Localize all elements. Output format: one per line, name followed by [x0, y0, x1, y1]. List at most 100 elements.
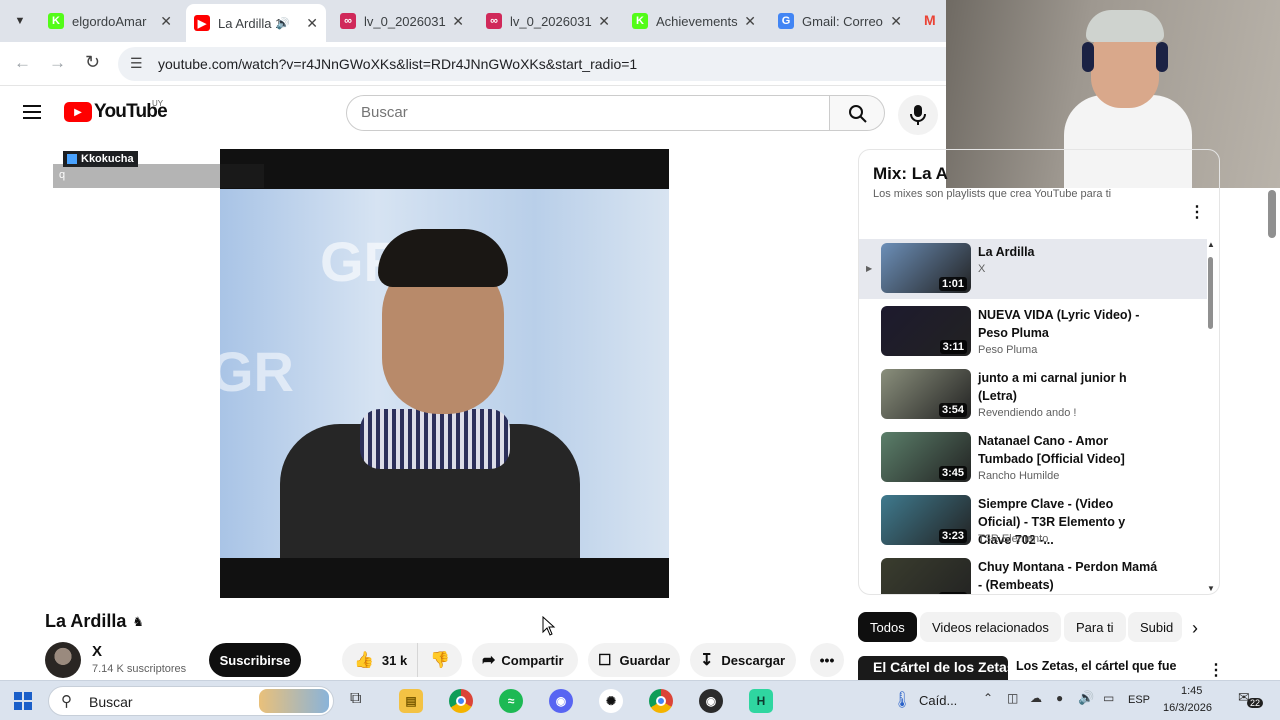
- playlist-title[interactable]: Mix: La A: [873, 164, 948, 184]
- playlist-item[interactable]: ▶ 1:01 La Ardilla X: [859, 239, 1207, 299]
- voice-search-button[interactable]: [898, 95, 938, 135]
- weather-icon[interactable]: 🌡: [892, 690, 912, 710]
- playlist-item-title[interactable]: Natanael Cano - Amor Tumbado [Official V…: [978, 432, 1158, 468]
- page-scrollbar[interactable]: [1268, 190, 1276, 238]
- playlist-scrollbar[interactable]: [1208, 257, 1213, 329]
- back-arrow-icon[interactable]: ←: [14, 53, 31, 73]
- gmail-icon[interactable]: M: [924, 12, 940, 28]
- close-tab-icon[interactable]: ✕: [744, 13, 756, 30]
- channel-avatar[interactable]: [45, 642, 81, 678]
- playlist-item-title[interactable]: NUEVA VIDA (Lyric Video) - Peso Pluma: [978, 306, 1158, 342]
- clock-time[interactable]: 1:45: [1181, 685, 1202, 697]
- forward-arrow-icon[interactable]: →: [49, 53, 66, 73]
- language-indicator[interactable]: ESP: [1128, 694, 1150, 706]
- tray-chevron-up-icon[interactable]: ⌃: [983, 691, 993, 705]
- share-icon: ➦: [482, 652, 496, 669]
- playlist-item-channel: Peso Pluma: [978, 344, 1038, 356]
- close-tab-icon[interactable]: ✕: [890, 13, 902, 30]
- browser-tab[interactable]: ∞ lv_0_2026031 ✕: [332, 6, 472, 36]
- chrome-icon[interactable]: [449, 689, 473, 713]
- chevron-right-icon[interactable]: ›: [1192, 618, 1198, 639]
- person-hair: [378, 229, 508, 287]
- search-button[interactable]: [829, 95, 885, 131]
- tab-title: elgordoAmar: [72, 13, 147, 29]
- audio-playing-icon[interactable]: 🔊: [276, 17, 290, 30]
- scroll-up-arrow-icon[interactable]: ▲: [1207, 240, 1215, 249]
- playlist-item[interactable]: 3:54 junto a mi carnal junior h (Letra) Re…: [859, 365, 1209, 425]
- playlist-item[interactable]: 3:11 NUEVA VIDA (Lyric Video) - Peso Plum…: [859, 302, 1209, 362]
- download-button[interactable]: ↧ Descargar: [690, 643, 796, 677]
- playlist-thumbnail[interactable]: 3:11: [881, 306, 971, 356]
- spotify-icon[interactable]: ≈: [499, 689, 523, 713]
- filter-chip[interactable]: Para ti: [1064, 612, 1126, 642]
- video-player[interactable]: GR GR: [220, 149, 669, 598]
- browser-tab[interactable]: K Achievements ✕: [624, 6, 764, 36]
- onedrive-icon[interactable]: ☁: [1030, 691, 1042, 705]
- more-actions-button[interactable]: •••: [810, 643, 844, 677]
- browser-tab[interactable]: G Gmail: Correo ✕: [770, 6, 910, 36]
- search-input[interactable]: [361, 104, 801, 121]
- browser-tab[interactable]: ▶ La Ardilla 1 🔊 ✕: [186, 4, 326, 42]
- search-box[interactable]: [346, 95, 830, 131]
- app-h-icon[interactable]: H: [749, 689, 773, 713]
- speaker-icon[interactable]: 🔊: [1078, 690, 1094, 706]
- close-tab-icon[interactable]: ✕: [598, 13, 610, 30]
- playlist-thumbnail[interactable]: 3:45: [881, 432, 971, 482]
- headphones-icon: [1082, 42, 1094, 72]
- playlist-thumbnail[interactable]: 3:23: [881, 495, 971, 545]
- dislike-button[interactable]: 👎: [418, 643, 462, 677]
- filter-chip[interactable]: Todos: [858, 612, 917, 642]
- like-button[interactable]: 👍 31 k: [342, 643, 418, 677]
- browser-tab[interactable]: KelgordoAmar ✕: [40, 6, 180, 36]
- channel-name[interactable]: X: [92, 643, 102, 660]
- save-button[interactable]: ☐ Guardar: [588, 643, 680, 677]
- playlist-menu-icon[interactable]: ⋮: [1189, 205, 1205, 221]
- filter-chip[interactable]: Subid: [1128, 612, 1182, 642]
- windows-taskbar: ⚲ Buscar ⧉ ▤ ≈ ◉ ✺ ◉ H 🌡 Caíd... ⌃ ◫ ☁ ●…: [0, 680, 1280, 720]
- reload-icon[interactable]: ↻: [85, 52, 100, 73]
- subscribe-button[interactable]: Suscribirse: [209, 643, 301, 677]
- close-tab-icon[interactable]: ✕: [160, 13, 172, 30]
- playlist-item[interactable]: 3:23 Siempre Clave - (Video Oficial) - T3…: [859, 491, 1209, 551]
- discord-icon[interactable]: ◉: [549, 689, 573, 713]
- playlist-thumbnail[interactable]: 3:01: [881, 558, 971, 594]
- clock-date[interactable]: 16/3/2026: [1163, 702, 1212, 714]
- file-explorer-icon[interactable]: ▤: [399, 689, 423, 713]
- filter-chip[interactable]: Videos relacionados: [920, 612, 1061, 642]
- address-bar[interactable]: ☰ youtube.com/watch?v=r4JNnGWoXKs&list=R…: [118, 47, 946, 81]
- tray-app-icon[interactable]: ◫: [1007, 691, 1018, 705]
- close-tab-icon[interactable]: ✕: [452, 13, 464, 30]
- scroll-down-arrow-icon[interactable]: ▼: [1207, 584, 1215, 593]
- chrome-active-icon[interactable]: [649, 689, 673, 713]
- site-settings-icon[interactable]: ☰: [130, 55, 143, 72]
- taskbar-search[interactable]: ⚲ Buscar: [48, 686, 334, 716]
- menu-icon[interactable]: [23, 105, 41, 119]
- weather-text[interactable]: Caíd...: [919, 693, 957, 708]
- close-tab-icon[interactable]: ✕: [306, 15, 318, 32]
- related-title[interactable]: Los Zetas, el cártel que fue: [1016, 659, 1176, 673]
- mouse-cursor-icon: [542, 616, 556, 636]
- playlist-item-title[interactable]: La Ardilla: [978, 243, 1158, 261]
- kick-icon: K: [48, 13, 64, 29]
- notifications-button[interactable]: ✉ 22: [1238, 689, 1264, 713]
- playlist-item[interactable]: 3:45 Natanael Cano - Amor Tumbado [Offici…: [859, 428, 1209, 488]
- tab-search-button[interactable]: ▼: [8, 9, 32, 33]
- microphone-tray-icon[interactable]: ●: [1056, 691, 1063, 705]
- playlist-item-title[interactable]: Chuy Montana - Perdon Mamá - (Rembeats): [978, 558, 1158, 594]
- network-icon[interactable]: ▭: [1103, 691, 1114, 705]
- share-button[interactable]: ➦ Compartir: [472, 643, 578, 677]
- related-menu-icon[interactable]: ⋮: [1208, 660, 1224, 680]
- browser-tab[interactable]: ∞ lv_0_2026031 ✕: [478, 6, 618, 36]
- task-view-icon[interactable]: ⧉: [350, 690, 361, 708]
- url-text[interactable]: youtube.com/watch?v=r4JNnGWoXKs&list=RDr…: [158, 56, 637, 72]
- playlist-thumbnail[interactable]: 1:01: [881, 243, 971, 293]
- chatgpt-icon[interactable]: ✺: [599, 689, 623, 713]
- windows-start-icon[interactable]: [14, 692, 32, 710]
- thumbs-up-icon: 👍: [354, 652, 374, 669]
- playlist-item-title[interactable]: junto a mi carnal junior h (Letra): [978, 369, 1158, 405]
- video-frame: GR GR: [220, 189, 669, 558]
- playlist-thumbnail[interactable]: 3:54: [881, 369, 971, 419]
- obs-icon[interactable]: ◉: [699, 689, 723, 713]
- playlist-item[interactable]: 3:01 Chuy Montana - Perdon Mamá - (Rembea…: [859, 554, 1209, 594]
- related-thumbnail[interactable]: El Cártel de los Zetas: [858, 656, 1008, 680]
